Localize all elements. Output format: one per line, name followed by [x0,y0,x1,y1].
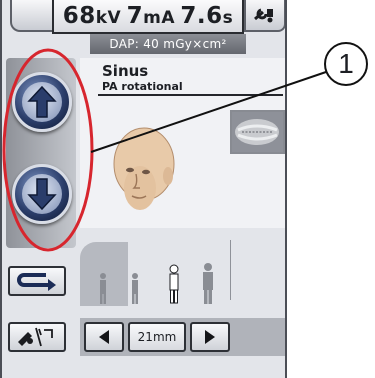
highlight-ellipse [2,48,94,252]
annotation-overlay [2,48,327,252]
callout-label: 1 [324,42,368,86]
callout-leader-line [90,71,327,153]
